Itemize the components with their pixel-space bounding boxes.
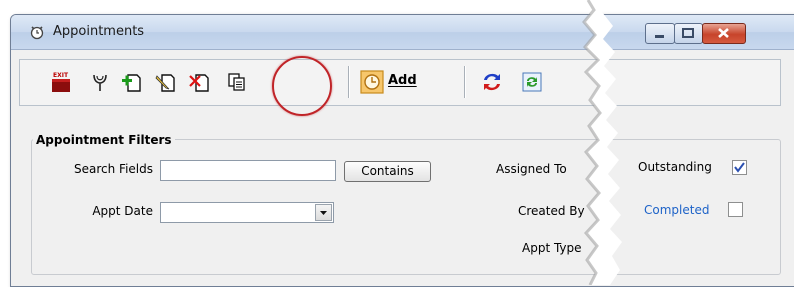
copy-icon[interactable] bbox=[225, 70, 249, 94]
edit-document-icon[interactable] bbox=[154, 70, 178, 94]
outstanding-label: Outstanding bbox=[638, 160, 712, 174]
search-fields-label: Search Fields bbox=[74, 162, 153, 176]
exit-label: EXIT bbox=[53, 72, 69, 79]
delete-document-icon[interactable] bbox=[188, 70, 212, 94]
window-title: Appointments bbox=[53, 24, 145, 39]
new-document-icon[interactable] bbox=[120, 70, 144, 94]
exit-icon[interactable]: EXIT bbox=[50, 70, 74, 94]
right-panel-fragment: Outstanding Completed bbox=[612, 14, 794, 285]
outstanding-checkbox[interactable] bbox=[732, 160, 747, 175]
appt-date-dropdown[interactable] bbox=[160, 202, 334, 223]
assigned-to-label: Assigned To bbox=[496, 162, 567, 176]
toolbar-separator bbox=[464, 66, 465, 98]
add-label: Add bbox=[388, 73, 417, 88]
pitchfork-icon[interactable] bbox=[88, 70, 112, 94]
contains-button[interactable]: Contains bbox=[344, 161, 431, 182]
refresh-icon[interactable] bbox=[520, 70, 544, 94]
appointment-filters-legend: Appointment Filters bbox=[33, 133, 175, 147]
dropdown-button[interactable] bbox=[315, 204, 332, 221]
chevron-down-icon bbox=[320, 211, 327, 215]
appt-date-label: Appt Date bbox=[92, 204, 153, 218]
search-fields-input[interactable] bbox=[160, 160, 336, 181]
completed-checkbox[interactable] bbox=[728, 202, 743, 217]
add-button[interactable]: Add bbox=[360, 70, 417, 94]
toolbar-separator bbox=[348, 66, 349, 98]
highlight-circle bbox=[272, 56, 332, 116]
sync-icon[interactable] bbox=[480, 70, 504, 94]
checkmark-icon bbox=[734, 162, 745, 173]
completed-label[interactable]: Completed bbox=[644, 203, 709, 217]
clock-icon bbox=[360, 70, 384, 94]
alarm-clock-icon bbox=[30, 26, 44, 40]
